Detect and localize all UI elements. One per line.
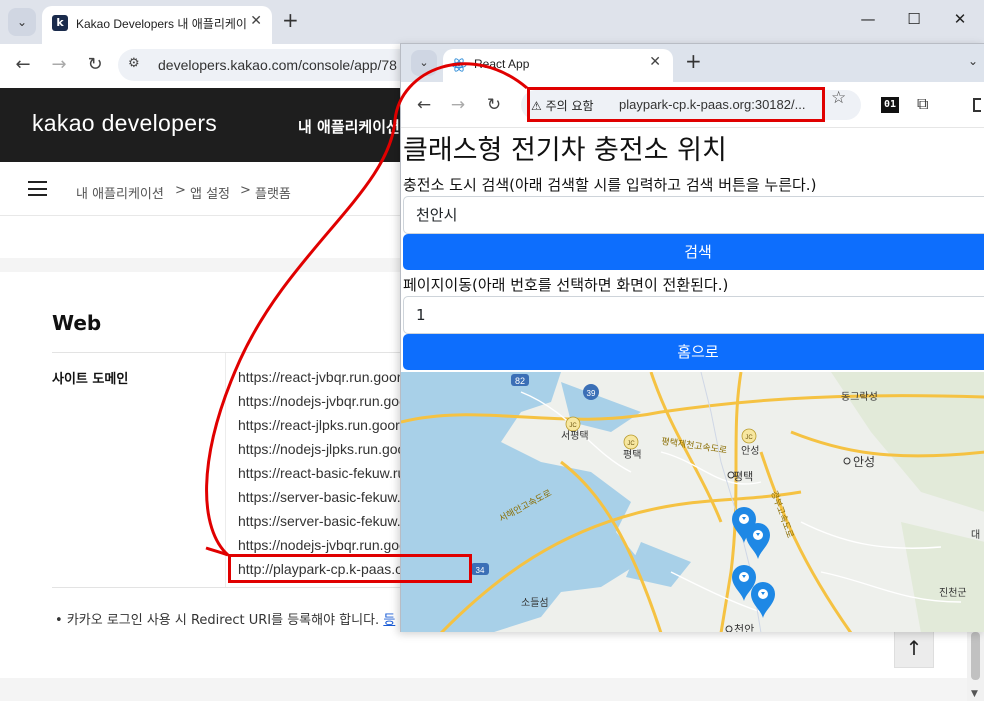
scrollbar-thumb[interactable] [971,632,980,680]
site-domain-item: https://react-jlpks.run.goorm.site [238,417,403,433]
tab-search-button[interactable]: ⌄ [8,8,36,36]
site-domain-list: https://react-jvbqr.run.goorm.site https… [238,367,458,583]
route-34-label: 34 [476,566,485,575]
page-move-label: 페이지이동(아래 번호를 선택하면 화면이 전환된다.) [403,276,729,294]
extensions-puzzle-icon[interactable]: ⧉ [917,94,928,114]
arrow-up-icon: ↑ [905,636,923,660]
bookmark-star-icon[interactable]: ☆ [831,88,846,108]
tab-kakao-developers[interactable]: k Kakao Developers 내 애플리케이 ✕ [42,6,272,44]
map-label: 진천군 [939,587,967,599]
breadcrumb-separator: > [240,183,251,198]
forward-button[interactable]: → [447,95,469,115]
map-label: 대 [971,529,980,541]
react-logo-icon [451,58,467,72]
reload-button[interactable]: ↻ [84,54,106,75]
breadcrumb-app-settings[interactable]: 앱 설정 [190,183,230,202]
junction-label: JC [569,423,577,429]
url-text: developers.kakao.com/console/app/78 [158,57,397,73]
page-title: 클래스형 전기차 충전소 위치 [403,135,727,166]
tab-title: React App [474,57,530,71]
back-button[interactable]: ← [12,54,34,75]
hamburger-menu-icon[interactable] [28,181,47,196]
site-domain-item: https://react-basic-fekuw.run.goorm.site [238,465,403,481]
map-label: 안성 [741,445,759,457]
extension-icon[interactable]: 01 [881,97,899,113]
breadcrumb-my-apps[interactable]: 내 애플리케이션 [76,183,164,202]
minimize-button[interactable]: — [858,10,878,28]
footer-band [0,678,984,701]
tab-search-button[interactable]: ⌄ [411,50,437,76]
web-section-title: Web [52,311,102,335]
maximize-button[interactable]: ☐ [904,10,924,28]
redirect-uri-notice: • 카카오 로그인 사용 시 Redirect URI를 등록해야 합니다. 등 [55,609,395,628]
back-button[interactable]: ← [413,95,435,115]
page-scrollbar[interactable]: ▼ [967,628,984,701]
site-settings-icon[interactable]: ⚙ [128,56,140,71]
tab-strip: ⌄ k Kakao Developers 내 애플리케이 ✕ + — ☐ ✕ [0,0,984,44]
site-domain-item: https://nodejs-jlpks.run.goorm.site [238,441,403,457]
close-icon[interactable]: ✕ [250,13,262,29]
reload-button[interactable]: ↻ [483,95,505,115]
side-panel-icon[interactable] [973,98,981,112]
site-domain-item: https://react-jvbqr.run.goorm.site [238,369,403,385]
bullet: • [55,613,67,628]
scroll-to-top-button[interactable]: ↑ [894,628,934,668]
map-label: 동그락성 [841,391,878,403]
page-number-select[interactable]: 1 [403,296,984,334]
map-label-anseong: 안성 [853,455,875,469]
site-domain-item: https://nodejs-jvbqr.run.goorm.site [238,393,403,409]
close-icon[interactable]: ✕ [649,54,661,70]
site-domain-item: https://server-basic-fekuw.run.goorm.sit… [238,513,403,529]
search-button[interactable]: 검색 [403,234,984,270]
map-label-cheonan: 천안 [734,622,754,632]
react-app-browser-window: ⌄ React App ✕ + ⌄ ← → ↻ ⚠ 주의 요함 playpark… [400,43,984,632]
react-app-page: 클래스형 전기차 충전소 위치 충전소 도시 검색(아래 검색할 시를 입력하고… [401,128,984,632]
chevron-down-icon[interactable]: ⌄ [968,54,978,68]
search-label: 충전소 도시 검색(아래 검색할 시를 입력하고 검색 버튼을 누른다.) [403,176,817,194]
junction-label: JC [745,435,753,441]
map-label-pyeongtaek: 평택 [733,470,753,483]
city-search-input[interactable]: 천안시 [403,196,984,234]
kakao-developers-logo[interactable]: kakao developers [32,110,217,137]
home-button[interactable]: 홈으로 [403,334,984,370]
domain-highlight-box [228,554,472,583]
map-label: 서평택 [561,430,589,442]
route-82-label: 82 [515,376,525,386]
site-domain-item: https://server-basic-fekuw.run.goorm.sit… [238,489,403,505]
breadcrumb-separator: > [175,183,186,198]
tab-react-app[interactable]: React App ✕ [443,49,673,82]
close-window-button[interactable]: ✕ [950,10,970,28]
notice-text: 카카오 로그인 사용 시 Redirect URI를 등록해야 합니다. [66,613,380,628]
route-39-label: 39 [587,389,596,398]
map-canvas: 82 39 34 JC JC JC 서평택 평택 안성 평택 안성 동그락성 소… [401,372,984,632]
breadcrumb-platform[interactable]: 플랫폼 [255,183,291,202]
tab-title: Kakao Developers 내 애플리케이 [76,17,246,31]
site-domain-label: 사이트 도메인 [52,372,129,387]
scroll-down-arrow-icon[interactable]: ▼ [971,689,978,699]
new-tab-button[interactable]: + [685,49,702,73]
nav-my-applications[interactable]: 내 애플리케이션 [298,116,400,137]
notice-link[interactable]: 등 [383,613,395,628]
column-divider [225,353,226,587]
kakao-favicon-icon: k [52,15,68,31]
tab-strip: ⌄ React App ✕ + ⌄ [401,44,984,82]
junction-label: JC [627,441,635,447]
forward-button[interactable]: → [48,54,70,75]
charging-station-map[interactable]: 82 39 34 JC JC JC 서평택 평택 안성 평택 안성 동그락성 소… [401,372,984,632]
map-label: 소들섬 [521,597,549,609]
url-highlight-box [527,87,825,122]
map-label: 평택 [623,449,641,461]
new-tab-button[interactable]: + [282,8,299,32]
